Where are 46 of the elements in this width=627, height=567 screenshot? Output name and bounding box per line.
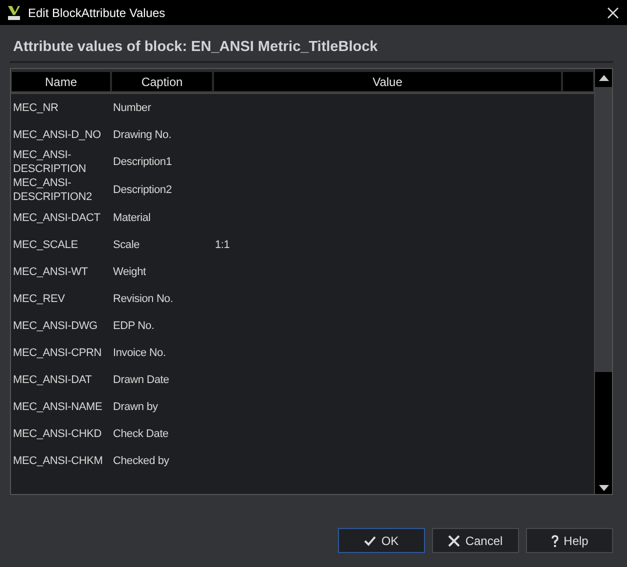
table-cell: Number	[113, 100, 151, 114]
table-cell: Drawn by	[113, 400, 158, 414]
ok-button[interactable]: OK	[338, 528, 425, 553]
table-cell: MEC_ANSI-NAME	[13, 400, 102, 414]
table-cell: MEC_ANSI-CPRN	[13, 346, 102, 360]
table-cell: MEC_ANSI-WT	[13, 264, 88, 278]
table-cell: Description2	[113, 183, 172, 197]
table-cell: Material	[113, 210, 151, 224]
table-cell: MEC_ANSI-DWG	[13, 318, 98, 332]
table-cell: Revision No.	[113, 292, 173, 306]
table-cell: Invoice No.	[113, 346, 166, 360]
table-cell: 1:1	[215, 238, 230, 252]
close-icon[interactable]	[607, 6, 619, 18]
checkmark-icon	[364, 536, 376, 546]
table-cell: MEC_ANSI-DACT	[13, 210, 100, 224]
table-cell: Check Date	[113, 426, 168, 440]
table-cell: MEC_ANSI-DAT	[13, 372, 92, 386]
scrollbar[interactable]	[594, 69, 612, 494]
column-header[interactable]: Caption	[112, 72, 212, 91]
column-header[interactable]: Value	[214, 72, 561, 91]
table-cell: Weight	[113, 264, 146, 278]
table-cell: EDP No.	[113, 318, 154, 332]
scroll-down-icon[interactable]	[598, 485, 608, 491]
table-cell: Drawing No.	[113, 128, 172, 142]
table-cell: MEC_ANSI-D_NO	[13, 128, 101, 142]
help-button[interactable]: Help	[526, 528, 613, 553]
table-cell: MEC_SCALE	[13, 238, 78, 252]
table-cell: MEC_ANSI-CHKM	[13, 454, 103, 468]
table-cell-text: MEC_ANSI-DESCRIPTION	[13, 148, 87, 176]
question-mark-icon	[550, 534, 559, 546]
table-cell-text: MEC_ANSI-DESCRIPTION2	[13, 176, 93, 204]
cancel-button[interactable]: Cancel	[432, 528, 519, 553]
app-logo-icon	[7, 4, 21, 20]
dialog-heading: Attribute values of block: EN_ANSI Metric_TitleBlock	[12, 39, 379, 55]
table-cell: MEC_ANSI-CHKD	[13, 426, 102, 440]
table-cell: Checked by	[113, 454, 170, 468]
table-cell: Description1	[113, 155, 172, 169]
scrollbar-thumb[interactable]	[595, 87, 612, 372]
column-header[interactable]: Name	[12, 72, 110, 91]
table-cell: MEC_NR	[13, 100, 58, 114]
table-cell: Drawn Date	[113, 372, 170, 386]
table-cell: Scale	[113, 238, 140, 252]
window-title: Edit BlockAttribute Values	[28, 6, 166, 20]
x-icon	[448, 534, 460, 546]
table-cell: MEC_REV	[13, 292, 65, 306]
scroll-up-icon[interactable]	[598, 75, 608, 81]
